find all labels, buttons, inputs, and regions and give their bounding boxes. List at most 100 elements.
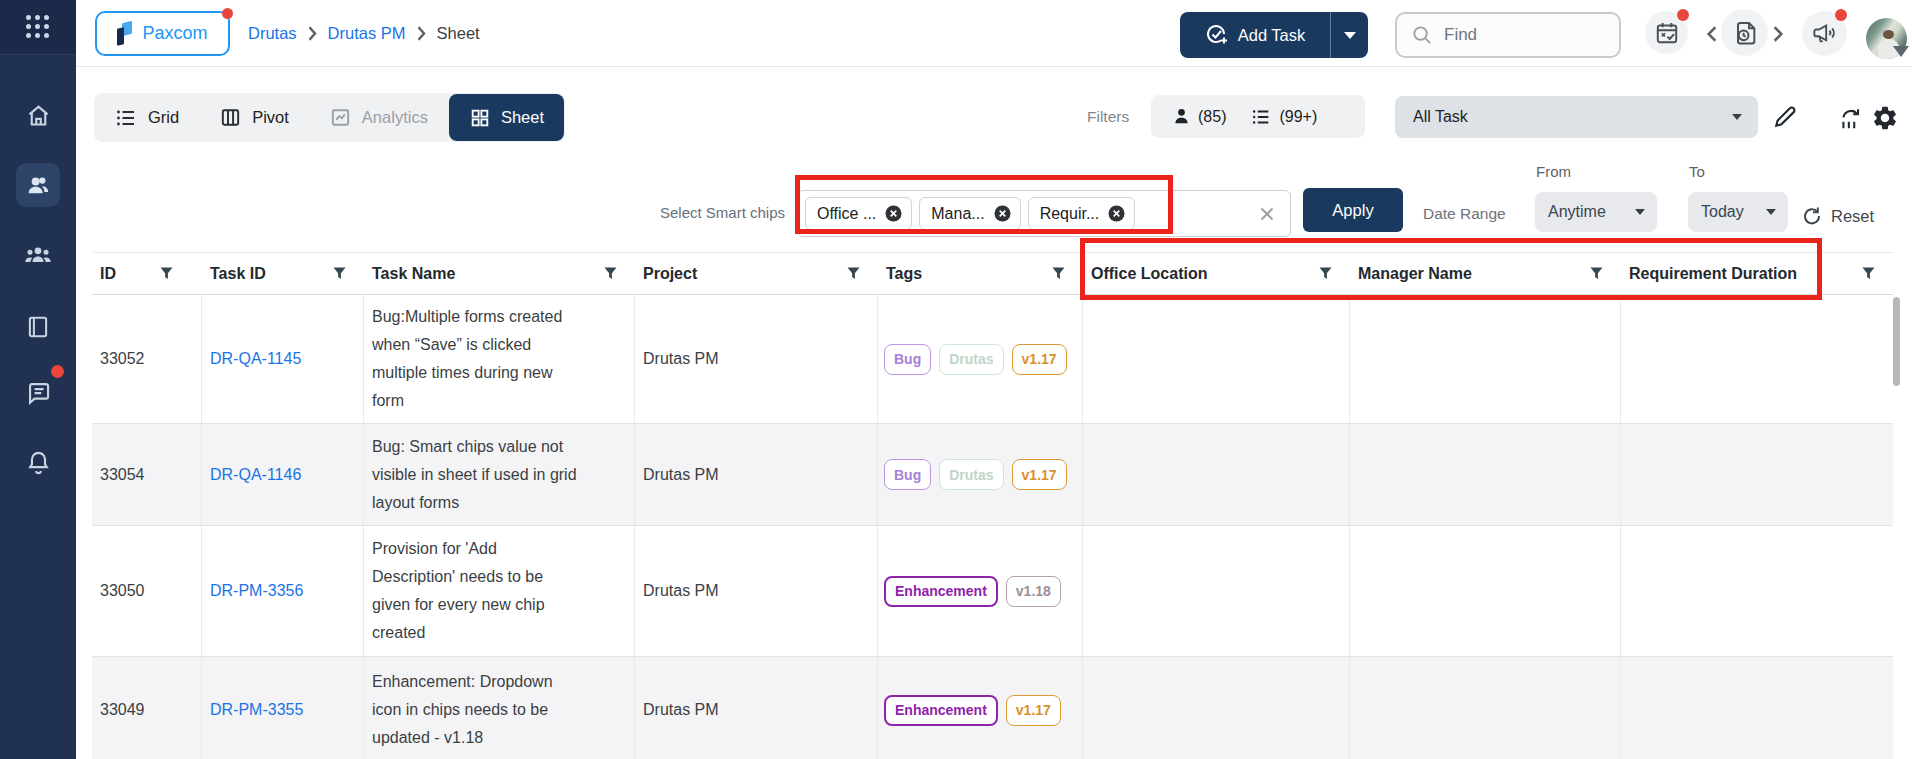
sidebar-item-home[interactable] (0, 93, 76, 137)
annotation-rect-smart-chips (795, 175, 1173, 234)
filter-funnel-icon[interactable] (333, 267, 346, 280)
search-icon (1411, 24, 1434, 47)
sidebar-item-docs[interactable] (0, 305, 76, 349)
cell-task-id[interactable]: DR-PM-3355 (202, 657, 364, 759)
cell-requirement-duration (1621, 295, 1893, 423)
date-range-label: Date Range (1423, 205, 1506, 223)
tab-sheet-label: Sheet (501, 108, 544, 127)
add-task-dropdown[interactable] (1331, 32, 1368, 39)
tag-badge: v1.17 (1012, 344, 1067, 375)
sidebar-item-notifications[interactable] (0, 440, 76, 484)
breadcrumb-drutas[interactable]: Drutas (248, 24, 297, 43)
cell-manager-name (1350, 424, 1621, 525)
table-row[interactable]: 33052 DR-QA-1145 Bug:Multiple forms crea… (92, 295, 1893, 424)
restore-columns-button[interactable] (1838, 105, 1864, 132)
cell-manager-name (1350, 657, 1621, 759)
sidebar (0, 0, 76, 759)
table-row[interactable]: 33054 DR-QA-1146 Bug: Smart chips value … (92, 424, 1893, 526)
sidebar-item-members[interactable] (16, 163, 60, 207)
vertical-scrollbar[interactable] (1893, 297, 1900, 386)
breadcrumb-sheet: Sheet (437, 24, 480, 43)
tag-badge: v1.17 (1012, 459, 1067, 490)
cell-requirement-duration (1621, 424, 1893, 525)
table-row[interactable]: 33049 DR-PM-3355 Enhancement: Dropdown i… (92, 657, 1893, 759)
task-filter-value: All Task (1413, 108, 1468, 126)
calendar-button[interactable] (1645, 11, 1688, 54)
add-task-button[interactable]: Add Task (1180, 12, 1368, 58)
reset-button[interactable]: Reset (1802, 206, 1874, 226)
cell-tags: Bug Drutas v1.17 (878, 424, 1083, 525)
tag-badge: Bug (884, 344, 931, 375)
workspace-button[interactable]: Paxcom (95, 11, 230, 56)
filter-funnel-icon[interactable] (847, 267, 860, 280)
column-header-task-name[interactable]: Task Name (364, 253, 635, 294)
team-icon (23, 240, 53, 270)
cell-office-location (1083, 424, 1350, 525)
clear-chips-icon[interactable] (1257, 204, 1277, 224)
search-input[interactable]: Find (1395, 12, 1621, 58)
calendar-check-icon (1654, 20, 1680, 46)
cell-project: Drutas PM (635, 424, 878, 525)
from-date-select[interactable]: Anytime (1535, 192, 1657, 232)
cell-id: 33050 (92, 526, 202, 656)
task-filter-select[interactable]: All Task (1395, 96, 1758, 138)
apps-grid-icon (26, 15, 50, 39)
breadcrumb: Drutas Drutas PM Sheet (248, 0, 480, 66)
breadcrumb-drutas-pm[interactable]: Drutas PM (328, 24, 406, 43)
search-placeholder: Find (1444, 25, 1477, 45)
filters-label: Filters (1087, 108, 1129, 126)
filter-funnel-icon[interactable] (160, 267, 173, 280)
column-header-tags[interactable]: Tags (878, 253, 1083, 294)
filter-funnel-icon[interactable] (604, 267, 617, 280)
cell-task-name: Enhancement: Dropdown icon in chips need… (364, 657, 635, 759)
cell-task-name: Bug: Smart chips value not visible in sh… (364, 424, 635, 525)
cell-id: 33054 (92, 424, 202, 525)
column-label: Tags (886, 265, 922, 283)
column-header-id[interactable]: ID (92, 253, 202, 294)
chevron-down-icon (1732, 114, 1742, 120)
tag-badge: Drutas (939, 344, 1003, 375)
tab-sheet[interactable]: Sheet (449, 94, 564, 141)
tab-grid[interactable]: Grid (94, 93, 199, 142)
to-label: To (1689, 163, 1705, 180)
add-task-icon (1205, 23, 1229, 47)
sheet-view-icon (469, 107, 491, 129)
paxcom-logo (117, 22, 133, 46)
task-table: ID Task ID Task Name Project Tags Office… (92, 252, 1893, 759)
chevron-right-icon (1770, 25, 1786, 43)
document-clock-icon (1731, 19, 1759, 47)
cell-task-id[interactable]: DR-PM-3356 (202, 526, 364, 656)
tag-badge: v1.18 (1006, 576, 1061, 607)
sidebar-item-chat[interactable] (0, 370, 76, 414)
column-header-task-id[interactable]: Task ID (202, 253, 364, 294)
filter-counts[interactable]: (85) (99+) (1151, 95, 1365, 138)
chevron-left-icon (1704, 25, 1720, 43)
prev-button[interactable] (1704, 25, 1720, 43)
column-header-project[interactable]: Project (635, 253, 878, 294)
tab-pivot[interactable]: Pivot (199, 93, 309, 142)
tab-analytics[interactable]: Analytics (309, 93, 448, 142)
column-label: ID (100, 265, 116, 283)
filter-funnel-icon[interactable] (1052, 267, 1065, 280)
apply-button[interactable]: Apply (1303, 188, 1403, 232)
table-row[interactable]: 33050 DR-PM-3356 Provision for 'Add Desc… (92, 526, 1893, 657)
cell-requirement-duration (1621, 657, 1893, 759)
cell-project: Drutas PM (635, 526, 878, 656)
settings-button[interactable] (1871, 104, 1899, 132)
filter-funnel-icon[interactable] (1862, 267, 1875, 280)
cell-task-id[interactable]: DR-QA-1146 (202, 424, 364, 525)
cell-task-id[interactable]: DR-QA-1145 (202, 295, 364, 423)
annotation-rect-columns (1080, 238, 1822, 300)
to-date-select[interactable]: Today (1688, 192, 1788, 232)
cell-task-name: Bug:Multiple forms created when “Save” i… (364, 295, 635, 423)
sidebar-item-teams[interactable] (0, 233, 76, 277)
calendar-notification-badge (1677, 9, 1689, 21)
next-button[interactable] (1770, 25, 1786, 43)
app-launcher[interactable] (0, 0, 76, 55)
recent-activity-button[interactable] (1721, 9, 1768, 56)
announcements-button[interactable] (1802, 11, 1847, 56)
column-label: Task ID (210, 265, 266, 283)
chevron-right-icon (308, 25, 317, 41)
edit-view-button[interactable] (1772, 103, 1799, 130)
workspace-name: Paxcom (142, 23, 207, 44)
